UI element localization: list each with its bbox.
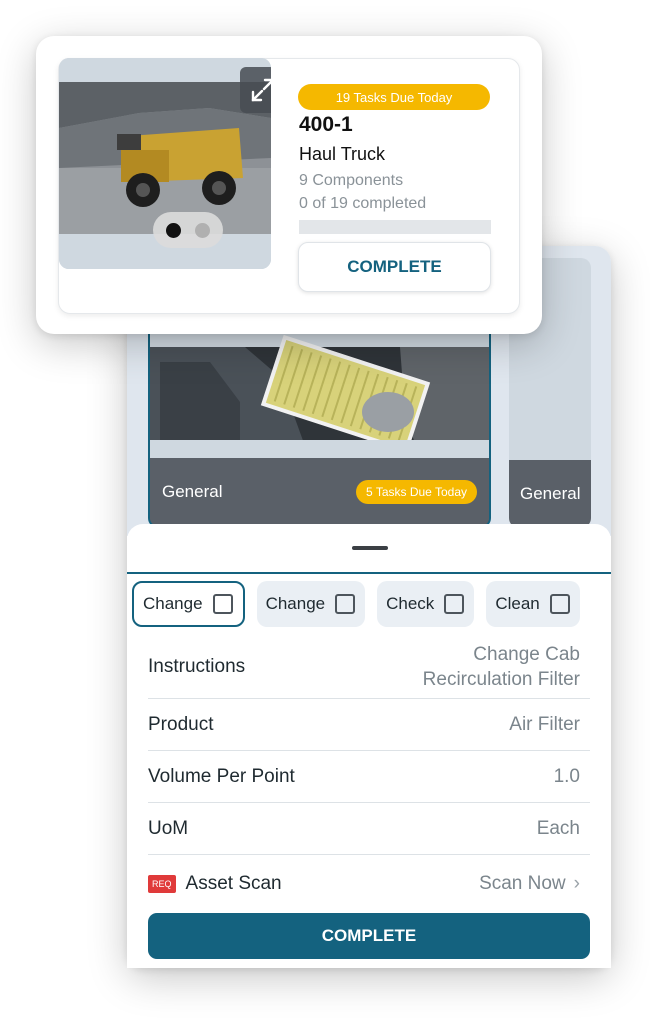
complete-task-button[interactable]: COMPLETE bbox=[148, 913, 590, 959]
instructions-label: Instructions bbox=[148, 655, 246, 677]
instructions-line-2: Recirculation Filter bbox=[422, 668, 580, 690]
sheet-drag-handle[interactable] bbox=[352, 546, 388, 550]
tasks-due-badge: 19 Tasks Due Today bbox=[298, 84, 490, 110]
task-chip-check[interactable]: Check bbox=[377, 581, 475, 627]
uom-value: Each bbox=[536, 817, 580, 839]
task-chip-change-2[interactable]: Change bbox=[256, 581, 366, 627]
task-checkbox[interactable] bbox=[212, 594, 233, 614]
scan-now-link[interactable]: Scan Now › bbox=[479, 873, 580, 895]
component-title: General bbox=[162, 482, 223, 501]
task-chip-label: Check bbox=[386, 594, 435, 613]
volume-label: Volume Per Point bbox=[148, 765, 295, 787]
component-count: 9 Components bbox=[299, 172, 404, 189]
task-chip-label: Change bbox=[143, 594, 203, 613]
haul-truck-photo[interactable] bbox=[59, 58, 271, 269]
product-label: Product bbox=[148, 713, 214, 735]
complete-asset-button[interactable]: COMPLETE bbox=[298, 242, 491, 292]
task-chip-clean[interactable]: Clean bbox=[486, 581, 580, 627]
asset-scan-label: Asset Scan bbox=[185, 873, 282, 894]
asset-scan-row[interactable]: REQ Asset Scan Scan Now › bbox=[148, 855, 590, 913]
expand-image-button[interactable] bbox=[240, 67, 271, 113]
asset-summary-card: 19 Tasks Due Today 400-1 Haul Truck 9 Co… bbox=[36, 36, 542, 334]
expand-icon bbox=[251, 78, 271, 102]
task-details-list: Instructions Change Cab Recirculation Fi… bbox=[148, 635, 590, 913]
required-tag: REQ bbox=[148, 874, 176, 893]
carousel-pager[interactable] bbox=[153, 212, 223, 248]
task-chip-row[interactable]: Change Change Check Clean bbox=[132, 581, 580, 627]
asset-scan-label-wrap: REQ Asset Scan bbox=[148, 873, 282, 895]
progress-text: 0 of 19 completed bbox=[299, 195, 427, 212]
progress-bar bbox=[299, 220, 491, 234]
task-bottom-sheet: Change Change Check Clean Instructions C… bbox=[127, 524, 611, 968]
task-chip-label: Clean bbox=[495, 594, 540, 613]
task-checkbox[interactable] bbox=[335, 594, 356, 614]
component-card-footer: General bbox=[509, 460, 591, 528]
uom-row: UoM Each bbox=[148, 803, 590, 855]
component-card-1[interactable]: General 5 Tasks Due Today bbox=[148, 300, 491, 528]
component-title: General bbox=[520, 484, 581, 503]
volume-row: Volume Per Point 1.0 bbox=[148, 751, 590, 803]
product-value: Air Filter bbox=[509, 713, 580, 735]
uom-label: UoM bbox=[148, 817, 189, 839]
asset-id: 400-1 bbox=[299, 113, 353, 136]
task-checkbox[interactable] bbox=[444, 594, 465, 614]
scan-now-label: Scan Now bbox=[479, 873, 566, 894]
instructions-row: Instructions Change Cab Recirculation Fi… bbox=[148, 635, 590, 699]
component-card-footer: General 5 Tasks Due Today bbox=[150, 458, 489, 526]
pager-dot[interactable] bbox=[195, 222, 210, 238]
tasks-due-badge: 5 Tasks Due Today bbox=[356, 480, 477, 504]
product-row: Product Air Filter bbox=[148, 699, 590, 751]
instructions-line-1: Change Cab bbox=[473, 643, 580, 665]
sheet-divider bbox=[127, 572, 611, 574]
chevron-right-icon: › bbox=[573, 873, 580, 894]
pager-dot-active[interactable] bbox=[166, 222, 181, 238]
asset-type: Haul Truck bbox=[299, 144, 386, 164]
task-chip-change[interactable]: Change bbox=[132, 581, 245, 627]
instructions-value: Change Cab Recirculation Filter bbox=[423, 642, 580, 692]
task-chip-label: Change bbox=[265, 594, 326, 613]
volume-value: 1.0 bbox=[553, 765, 580, 787]
task-checkbox[interactable] bbox=[549, 594, 570, 614]
